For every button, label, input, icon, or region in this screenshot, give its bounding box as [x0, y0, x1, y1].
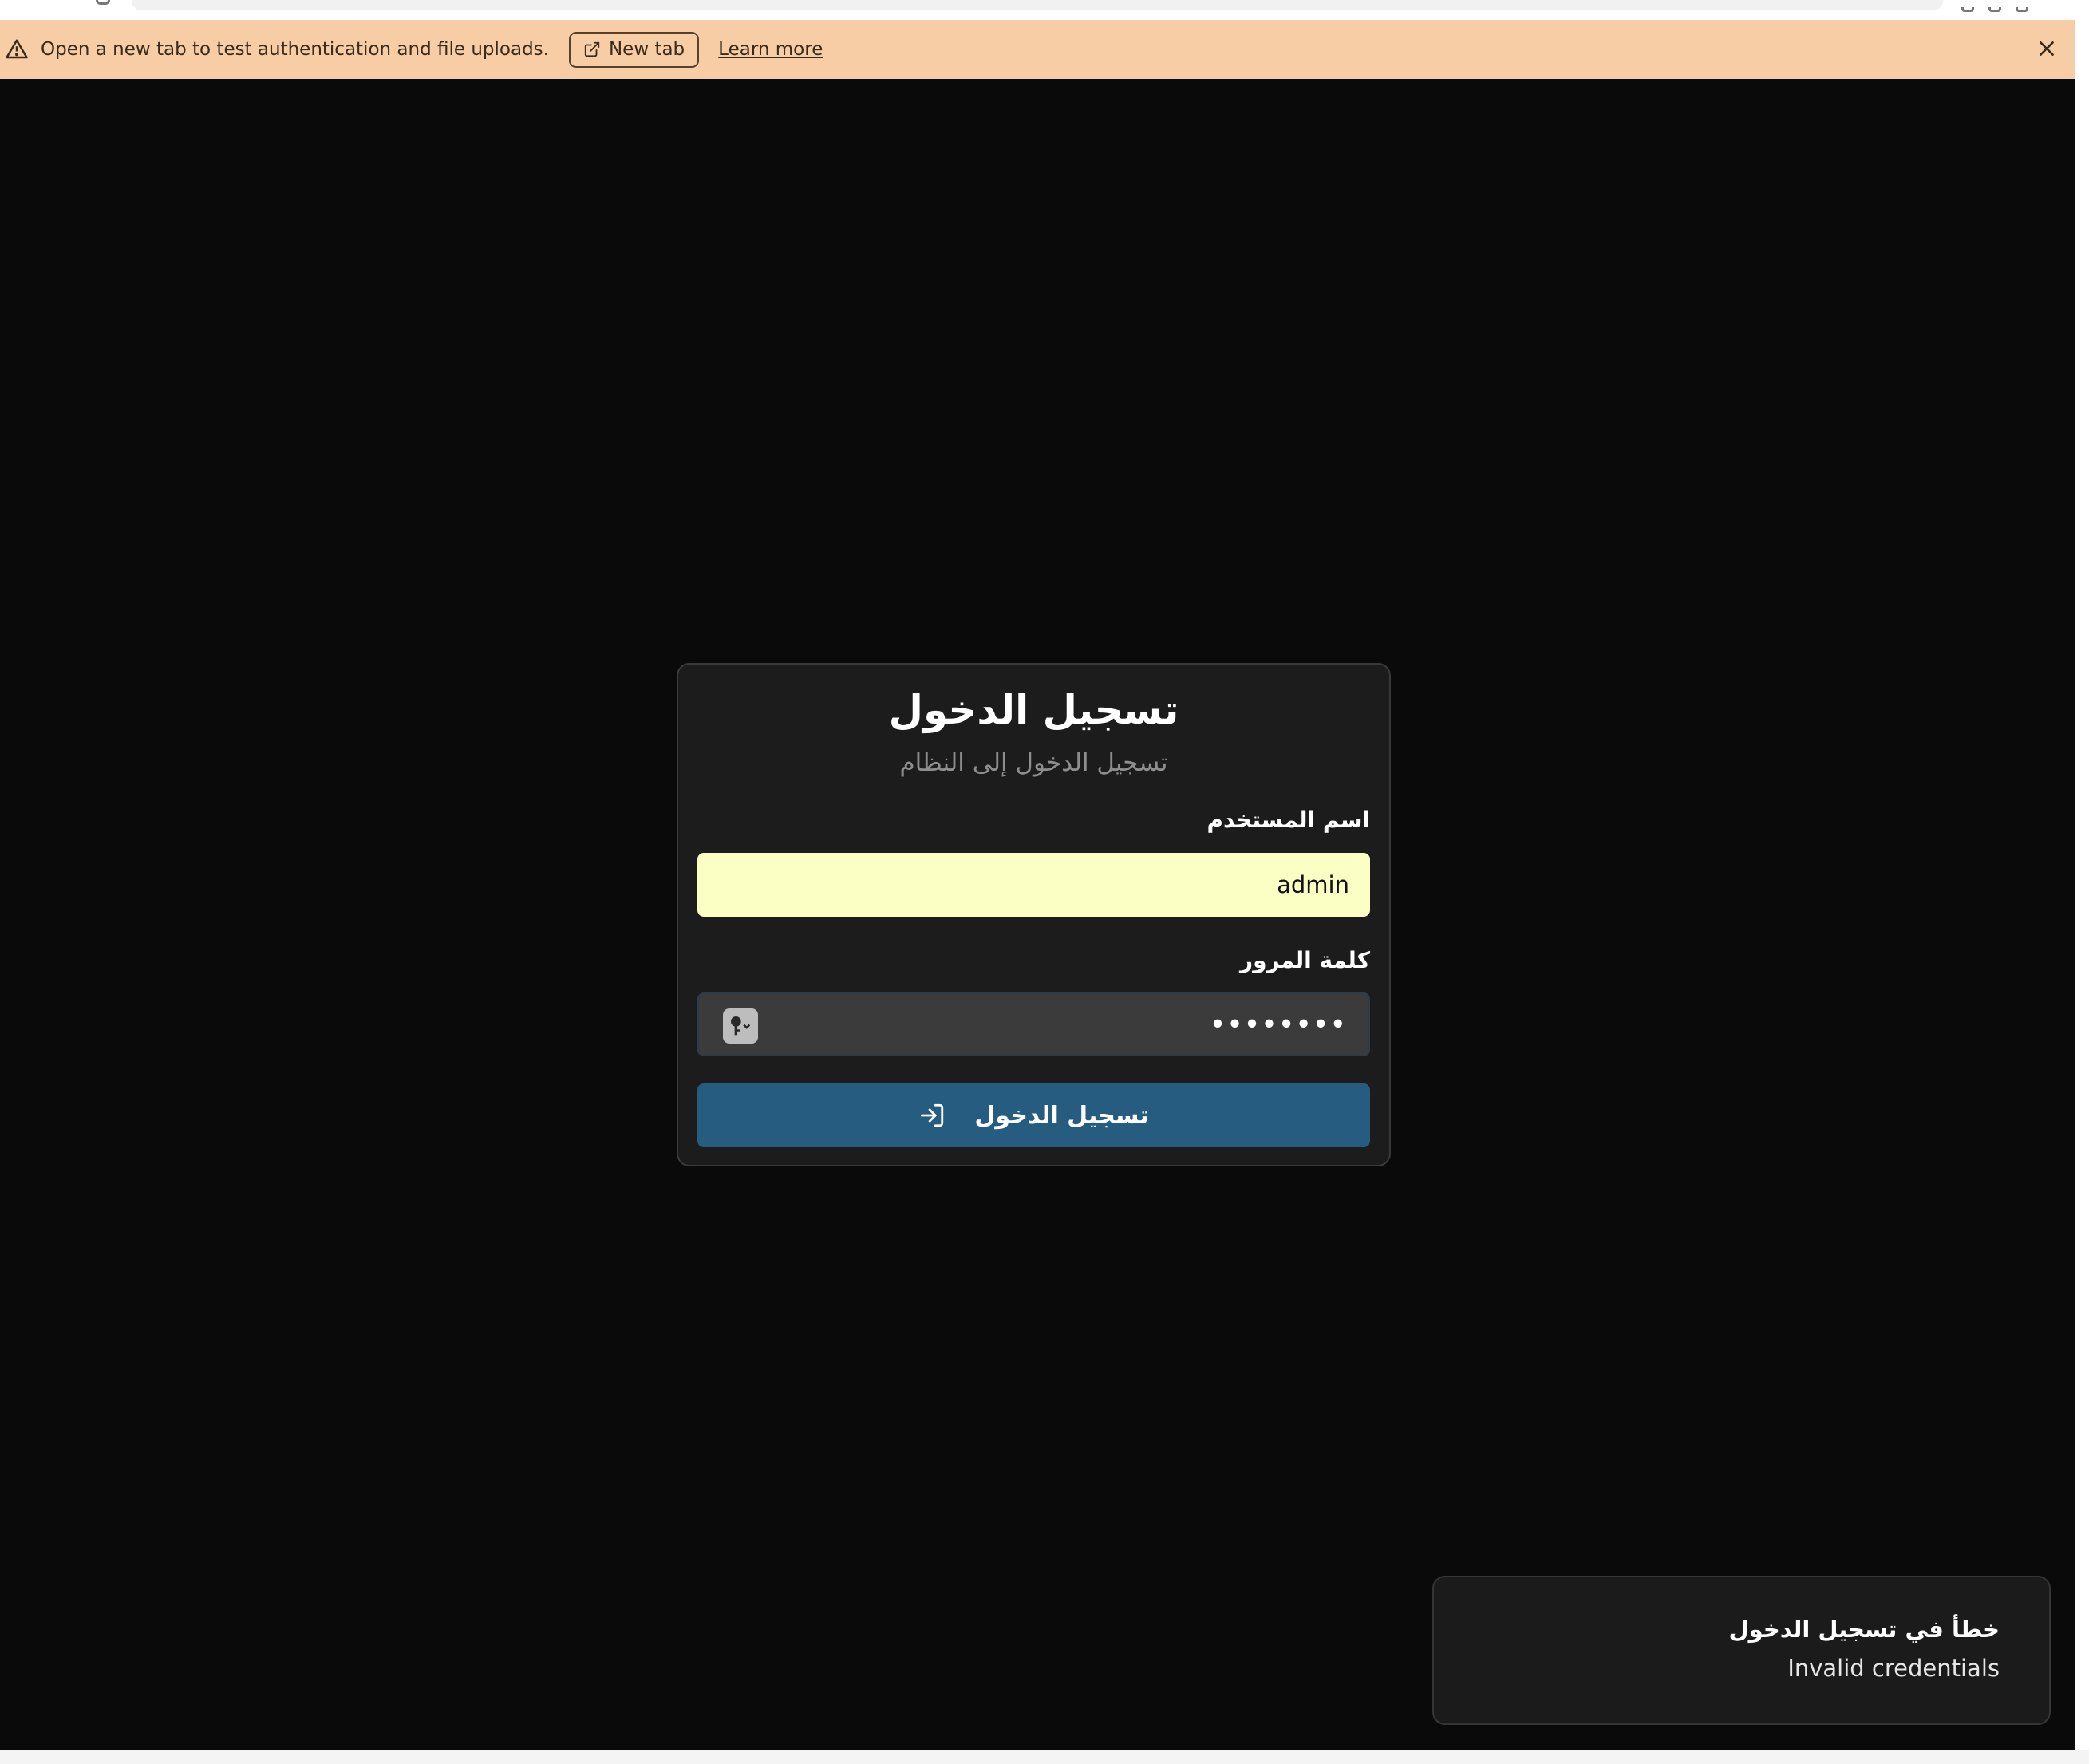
new-tab-label: New tab — [608, 39, 685, 60]
username-value: admin — [1277, 871, 1349, 898]
login-button[interactable]: تسجيل الدخول — [697, 1083, 1370, 1147]
toast-title: خطأ في تسجيل الدخول — [1728, 1616, 2000, 1643]
preview-warning-banner: Open a new tab to test authentication an… — [0, 20, 2075, 79]
password-manager-button[interactable] — [723, 1008, 758, 1044]
new-tab-button[interactable]: New tab — [568, 31, 700, 68]
info-icon[interactable] — [96, 0, 110, 5]
toast-description: Invalid credentials — [1787, 1655, 2000, 1682]
key-icon — [730, 1016, 751, 1036]
external-link-icon — [584, 41, 600, 57]
username-label: اسم المستخدم — [1206, 807, 1370, 833]
close-icon[interactable] — [2036, 38, 2057, 59]
browser-toolbar-icons — [1947, 0, 2043, 12]
error-toast: خطأ في تسجيل الدخول Invalid credentials — [1432, 1576, 2051, 1725]
login-button-label: تسجيل الدخول — [974, 1101, 1149, 1130]
password-input[interactable]: •••••••• — [697, 992, 1370, 1056]
username-input[interactable]: admin — [697, 853, 1370, 917]
login-arrow-icon — [921, 1103, 944, 1127]
page-title: تسجيل الدخول — [888, 687, 1179, 733]
toolbar-icon[interactable] — [1988, 7, 2001, 12]
scrollbar-track[interactable] — [2075, 0, 2089, 1764]
password-value: •••••••• — [1210, 1011, 1348, 1038]
learn-more-link[interactable]: Learn more — [718, 39, 823, 60]
banner-message: Open a new tab to test authentication an… — [41, 39, 549, 60]
warning-triangle-icon — [6, 39, 28, 59]
address-bar[interactable] — [132, 0, 1943, 10]
toolbar-icon[interactable] — [1961, 7, 1974, 12]
password-label: كلمة المرور — [1239, 947, 1370, 973]
browser-chrome-remnant — [0, 0, 2075, 20]
login-card: تسجيل الدخول تسجيل الدخول إلى النظام اسم… — [677, 663, 1391, 1166]
bottom-edge — [0, 1750, 2089, 1764]
page-subtitle: تسجيل الدخول إلى النظام — [899, 748, 1168, 777]
toolbar-icon[interactable] — [2016, 7, 2028, 12]
